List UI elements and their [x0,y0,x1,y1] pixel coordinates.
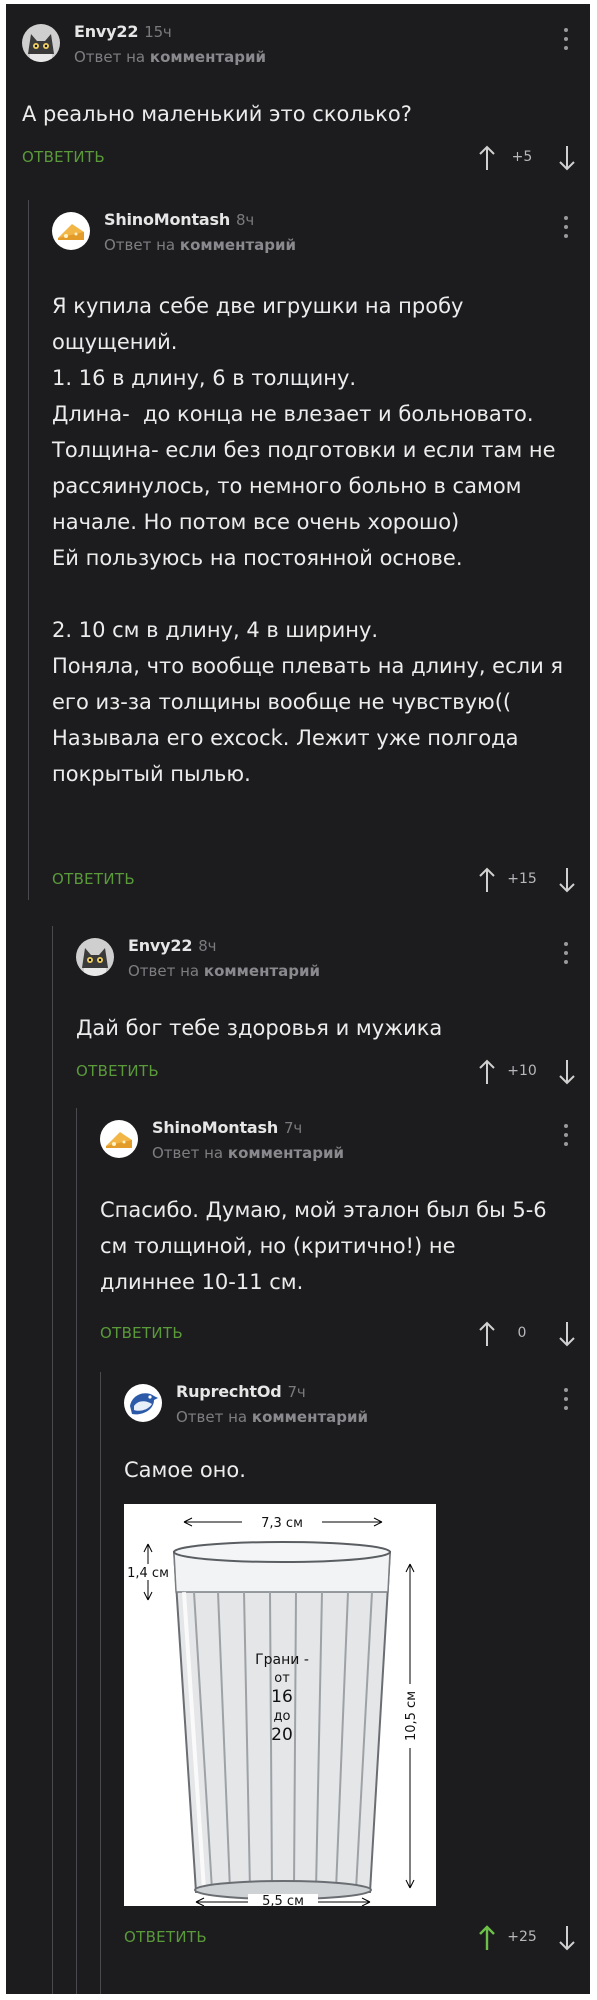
reply-target-link[interactable]: комментарий [228,1144,344,1162]
comments-screen: Envy22 15ч Ответ на комментарий А реально… [6,4,590,1994]
more-options-icon[interactable] [564,28,568,50]
comment-text: А реально маленький это сколько? [22,102,412,126]
more-options-icon[interactable] [564,216,568,238]
reply-button[interactable]: ОТВЕТИТЬ [22,148,105,166]
comment-text: Я купила себе две игрушки на пробу ощуще… [52,288,576,792]
text-paragraph: Называла его excock. Лежит уже полгода п… [52,726,526,786]
dim-bottom-width: 5,5 см [262,1894,304,1906]
upvote-arrow-icon[interactable] [478,144,496,172]
comment-4: ShinoMontash 7ч Ответ на комментарий Спас… [76,1108,590,1994]
thread-line[interactable] [52,926,53,1994]
reply-button[interactable]: ОТВЕТИТЬ [52,870,135,888]
more-options-icon[interactable] [564,1124,568,1146]
reply-prefix: Ответ на [104,236,176,254]
downvote-arrow-icon[interactable] [558,144,576,172]
username[interactable]: Envy22 15ч [74,22,172,41]
reply-info: Ответ на комментарий [104,236,296,254]
dim-height: 10,5 см [404,1691,419,1741]
comment-actions: ОТВЕТИТЬ +25 [124,1924,590,1954]
glass-diagram: 7,3 см 1,4 см Грани - от 16 до 20 10,5 с… [126,1514,420,1909]
comment-5: RuprechtOd 7ч Ответ на комментарий Самое … [100,1372,590,1994]
comment-actions: ОТВЕТИТЬ 0 [100,1320,590,1350]
text-paragraph: Толщина- если без подготовки и если там … [52,438,563,534]
text-paragraph: Я купила себе две игрушки на пробу ощуще… [52,294,471,354]
username[interactable]: ShinoMontash 8ч [104,210,254,229]
avatar-cheese-icon[interactable] [52,212,90,250]
text-paragraph: 2. 10 см в длину, 4 в ширину. [52,618,379,642]
text-spacer [52,576,576,612]
username[interactable]: RuprechtOd 7ч [176,1382,306,1401]
timestamp: 8ч [198,937,217,955]
timestamp: 15ч [144,23,172,41]
vote-count: +15 [507,871,537,887]
upvote-arrow-icon[interactable] [478,1320,496,1348]
reply-info: Ответ на комментарий [74,48,266,66]
comment-text: Самое оно. [124,1458,246,1482]
facets-label-2: от [274,1671,290,1686]
upvote-arrow-icon[interactable] [478,866,496,894]
thread-line[interactable] [28,200,29,900]
more-options-icon[interactable] [564,1388,568,1410]
reply-info: Ответ на комментарий [176,1408,368,1426]
dim-rim-height: 1,4 см [127,1566,169,1581]
facets-label-3: 16 [271,1687,293,1707]
reply-prefix: Ответ на [128,962,200,980]
vote-count: +25 [507,1929,537,1945]
avatar-cheese-icon[interactable] [100,1120,138,1158]
reply-button[interactable]: ОТВЕТИТЬ [124,1928,207,1946]
attached-image-glass[interactable]: 7,3 см 1,4 см Грани - от 16 до 20 10,5 с… [124,1504,436,1909]
reply-target-link[interactable]: комментарий [204,962,320,980]
reply-info: Ответ на комментарий [152,1144,344,1162]
username[interactable]: ShinoMontash 7ч [152,1118,302,1137]
avatar-cat-icon[interactable] [22,24,60,62]
text-paragraph: Ей пользуюсь на постоянной основе. [52,546,463,570]
comment-3: Envy22 8ч Ответ на комментарий Дай бог те… [52,926,590,1994]
username[interactable]: Envy22 8ч [128,936,216,955]
comment-2: ShinoMontash 8ч Ответ на комментарий Я ку… [28,200,590,1994]
timestamp: 8ч [236,211,255,229]
thread-line[interactable] [76,1108,77,1994]
reply-info: Ответ на комментарий [128,962,320,980]
vote-count: +5 [511,149,533,165]
reply-prefix: Ответ на [152,1144,224,1162]
facets-label-4: до [274,1709,291,1724]
reply-button[interactable]: ОТВЕТИТЬ [76,1062,159,1080]
timestamp: 7ч [287,1383,306,1401]
vote-count: +10 [507,1063,537,1079]
reply-prefix: Ответ на [74,48,146,66]
timestamp: 7ч [284,1119,303,1137]
downvote-arrow-icon[interactable] [558,866,576,894]
downvote-arrow-icon[interactable] [558,1320,576,1348]
downvote-arrow-icon[interactable] [558,1924,576,1952]
text-paragraph: Поняла, что вообще плевать на длину, есл… [52,654,570,714]
more-options-icon[interactable] [564,942,568,964]
reply-prefix: Ответ на [176,1408,248,1426]
facets-label-1: Грани - [255,1652,309,1668]
reply-target-link[interactable]: комментарий [150,48,266,66]
thread-line[interactable] [100,1372,101,1994]
upvote-arrow-icon[interactable] [478,1924,496,1952]
vote-count: 0 [517,1325,527,1341]
text-paragraph: Длина- до конца не влезает и больновато. [52,402,534,426]
downvote-arrow-icon[interactable] [558,1058,576,1086]
text-paragraph: 1. 16 в длину, 6 в толщину. [52,366,357,390]
reply-target-link[interactable]: комментарий [252,1408,368,1426]
upvote-arrow-icon[interactable] [478,1058,496,1086]
comment-1: Envy22 15ч Ответ на комментарий А реально… [6,12,590,171]
comment-actions: ОТВЕТИТЬ +15 [52,866,590,896]
comment-text: Дай бог тебе здоровья и мужика [76,1016,443,1040]
reply-button[interactable]: ОТВЕТИТЬ [100,1324,183,1342]
comment-text: Спасибо. Думаю, мой эталон был бы 5-6 см… [100,1198,547,1294]
avatar-bird-icon[interactable] [124,1384,162,1422]
avatar-cat-icon[interactable] [76,938,114,976]
dim-top-width: 7,3 см [261,1516,303,1531]
reply-target-link[interactable]: комментарий [180,236,296,254]
comment-actions: ОТВЕТИТЬ +10 [76,1058,590,1088]
facets-label-5: 20 [271,1725,293,1745]
comment-actions: ОТВЕТИТЬ +5 [22,144,590,174]
